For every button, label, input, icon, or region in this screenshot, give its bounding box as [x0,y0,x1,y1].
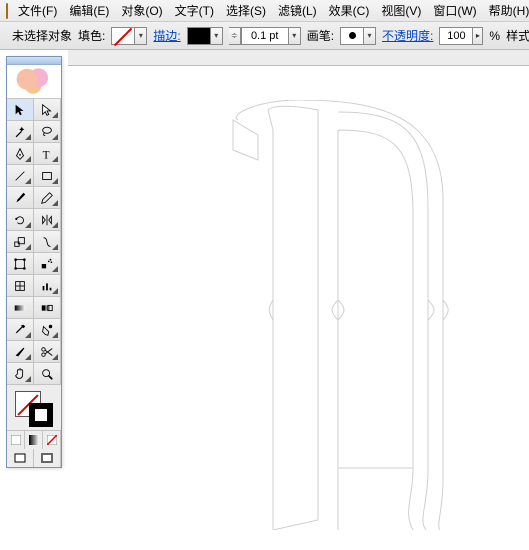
menu-bar: 文件(F) 编辑(E) 对象(O) 文字(T) 选择(S) 滤镜(L) 效果(C… [0,0,529,22]
menu-help[interactable]: 帮助(H) [483,0,529,21]
warp-tool[interactable] [34,231,61,253]
scale-tool[interactable] [7,231,34,253]
brush-dropdown-icon[interactable]: ▾ [364,27,376,45]
stroke-link[interactable]: 描边: [153,27,180,44]
percent-suffix: % [489,29,500,43]
menu-filter[interactable]: 滤镜(L) [272,0,323,21]
welcome-artwork [7,65,61,99]
brush-label: 画笔: [307,27,334,44]
paintbrush-tool[interactable] [7,187,34,209]
screen-mode-full[interactable] [34,449,61,467]
stroke-indicator[interactable] [29,403,53,427]
brush-preview[interactable] [340,27,364,45]
opacity-flyout-icon[interactable]: ▸ [473,27,483,45]
workspace [68,50,529,537]
menu-select[interactable]: 选择(S) [220,0,272,21]
menu-view[interactable]: 视图(V) [375,0,427,21]
rectangle-tool[interactable] [34,165,61,187]
mesh-tool[interactable] [7,275,34,297]
lasso-tool[interactable] [34,121,61,143]
opacity-link[interactable]: 不透明度: [382,27,433,44]
blend-tool[interactable] [34,297,61,319]
direct-selection-tool[interactable] [34,99,61,121]
rotate-tool[interactable] [7,209,34,231]
tool-grid: T [7,99,61,385]
fill-stroke-control[interactable] [7,385,61,431]
app-icon [6,3,8,19]
artwork-path[interactable] [218,100,458,530]
selection-tool[interactable] [7,99,34,121]
live-paint-tool[interactable] [34,319,61,341]
line-tool[interactable] [7,165,34,187]
fill-dropdown-icon[interactable]: ▾ [135,27,147,45]
options-bar: 未选择对象 填色: ▾ 描边: ▾ ≑ ▾ 画笔: ▾ 不透明度: ▸ % 样式 [0,22,529,50]
gradient-tool[interactable] [7,297,34,319]
graph-tool[interactable] [34,275,61,297]
dot-icon [349,32,356,39]
stroke-weight-dropdown-icon[interactable]: ▾ [289,27,301,45]
color-mode-plain[interactable] [7,431,25,449]
scissors-tool[interactable] [34,341,61,363]
free-transform-tool[interactable] [7,253,34,275]
selection-status-label: 未选择对象 [12,27,72,44]
zoom-tool[interactable] [34,363,61,385]
menu-type[interactable]: 文字(T) [169,0,220,21]
menu-window[interactable]: 窗口(W) [427,0,482,21]
toolbox-panel[interactable]: T [6,56,62,468]
menu-file[interactable]: 文件(F) [12,0,63,21]
color-mode-row [7,431,61,449]
menu-object[interactable]: 对象(O) [115,0,168,21]
pen-tool[interactable] [7,143,34,165]
fill-label: 填色: [78,27,105,44]
menu-effect[interactable]: 效果(C) [323,0,376,21]
toolbox-titlebar[interactable] [7,57,61,65]
stroke-swatch[interactable] [187,27,211,45]
type-tool[interactable]: T [34,143,61,165]
screen-mode-row [7,449,61,467]
svg-text:T: T [43,149,50,161]
pencil-tool[interactable] [34,187,61,209]
color-mode-none[interactable] [43,431,61,449]
color-mode-gradient[interactable] [25,431,43,449]
stroke-weight-field[interactable] [241,27,289,45]
slice-tool[interactable] [7,341,34,363]
reflect-tool[interactable] [34,209,61,231]
flower-icon [11,68,57,96]
eyedropper-tool[interactable] [7,319,34,341]
screen-mode-normal[interactable] [7,449,34,467]
style-label: 样式 [506,27,529,44]
canvas[interactable] [68,50,529,550]
stroke-weight-stepper-icon[interactable]: ≑ [229,27,241,45]
fill-swatch[interactable] [111,27,135,45]
menu-edit[interactable]: 编辑(E) [63,0,115,21]
symbol-sprayer-tool[interactable] [34,253,61,275]
magic-wand-tool[interactable] [7,121,34,143]
stroke-dropdown-icon[interactable]: ▾ [211,27,223,45]
ruler-top[interactable] [68,50,529,66]
opacity-field[interactable] [439,27,473,45]
hand-tool[interactable] [7,363,34,385]
